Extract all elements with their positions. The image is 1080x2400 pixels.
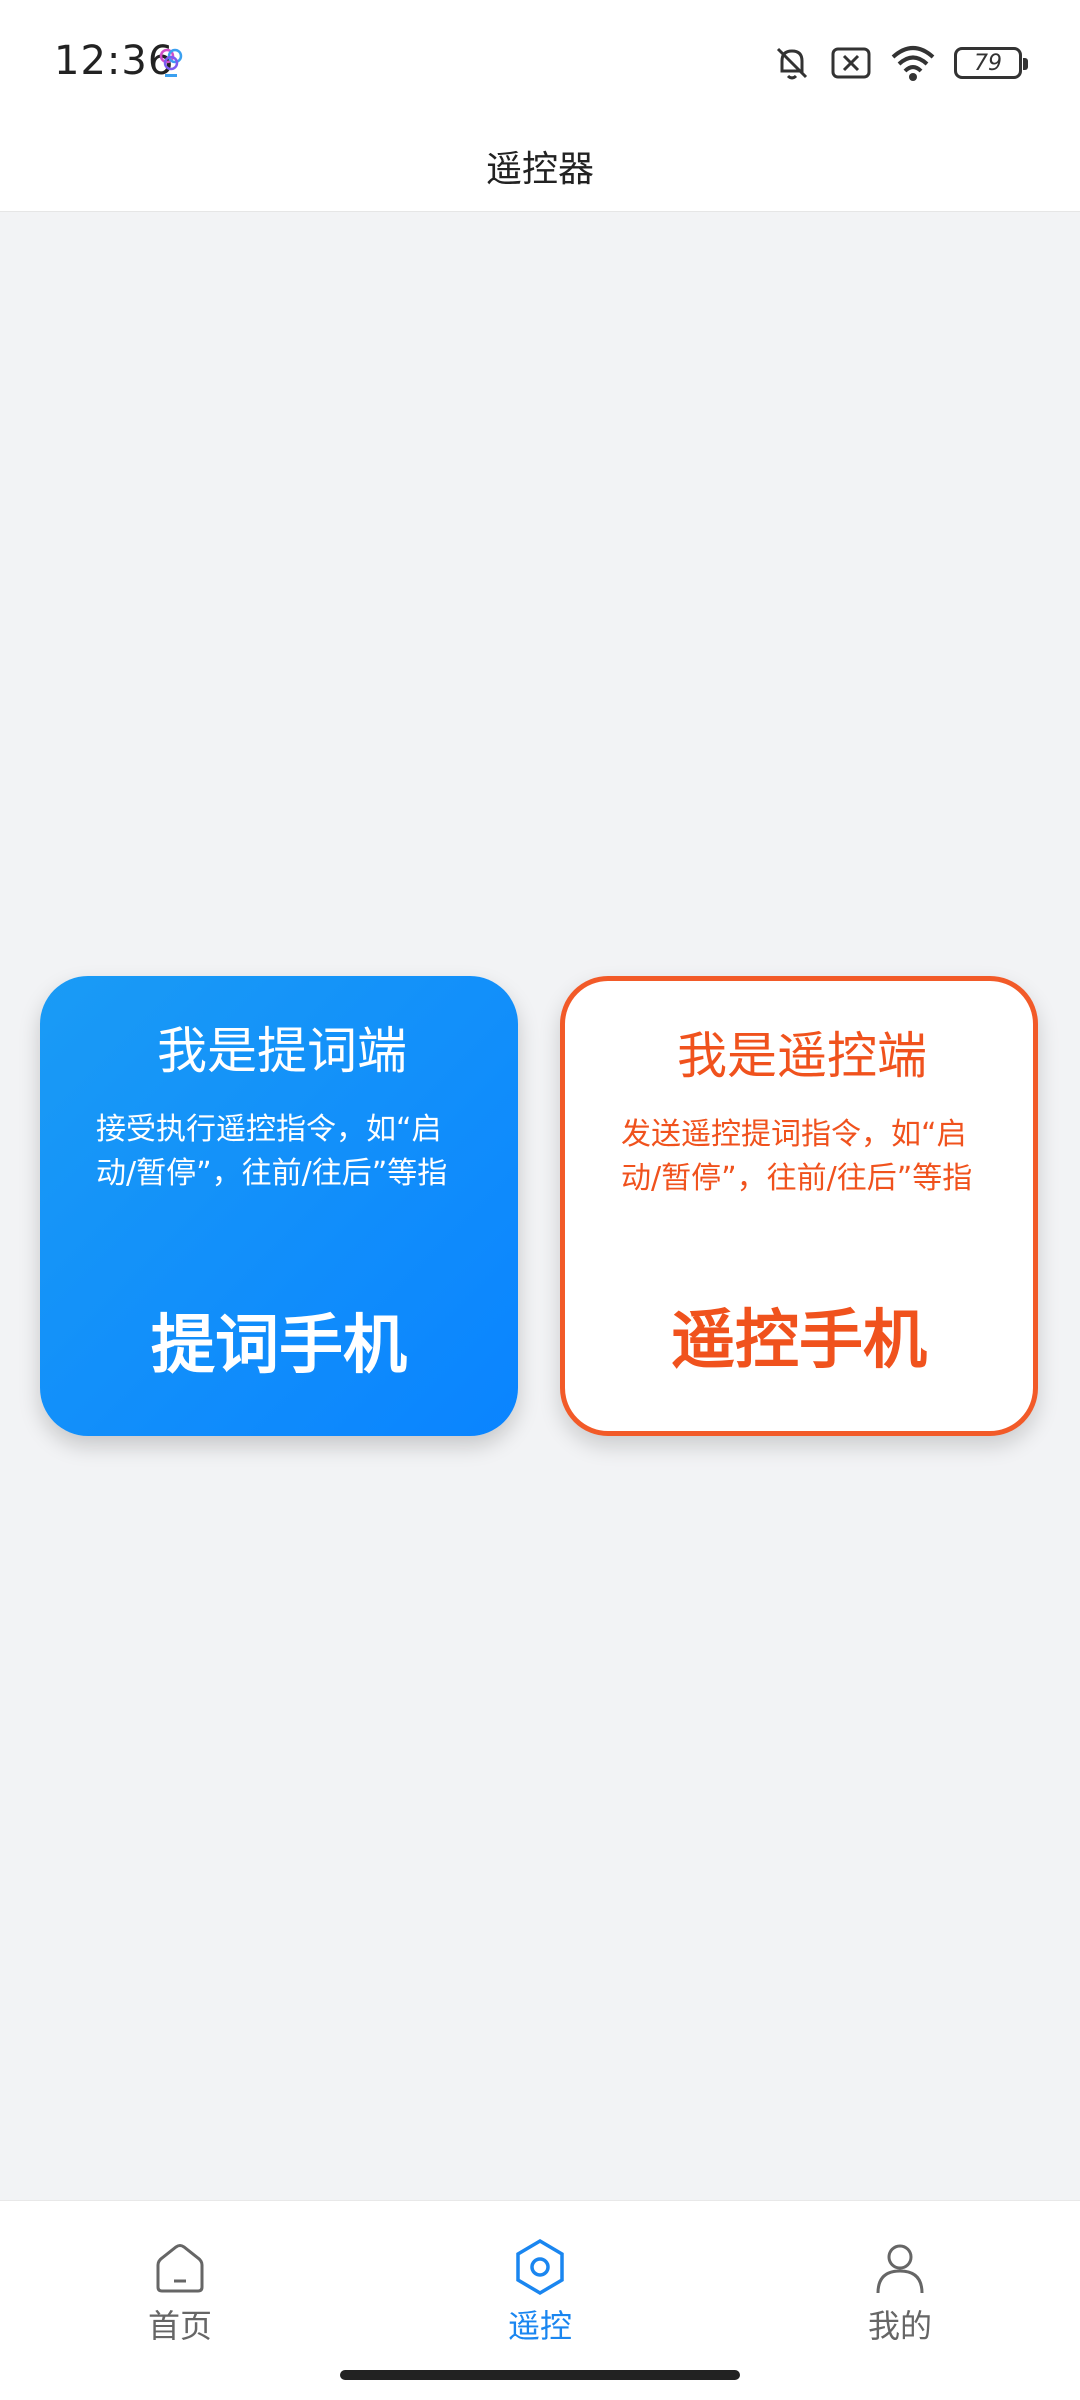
screen: 12:36 79 遥控器 我是提词端 接受执行遥控指令，如“启动/暂停”，往前/… — [0, 0, 1080, 2400]
nav-item-mine[interactable]: 我的 — [800, 2237, 1000, 2357]
status-bar: 12:36 79 — [0, 0, 1080, 120]
remote-card-description: 发送遥控提词指令，如“启动/暂停”，往前/往后”等指 — [621, 1117, 973, 1196]
home-indicator[interactable] — [340, 2370, 740, 2380]
nav-item-remote[interactable]: 遥控 — [440, 2237, 640, 2357]
status-icons: 79 — [772, 38, 1028, 88]
no-sim-icon — [831, 47, 871, 79]
user-icon — [876, 2244, 924, 2294]
battery-icon: 79 — [954, 47, 1028, 79]
prompter-card-title: 我是提词端 — [157, 1022, 407, 1080]
page-title: 遥控器 — [485, 148, 594, 190]
remote-hex-icon — [516, 2238, 564, 2296]
nav-label-mine: 我的 — [867, 2307, 932, 2345]
prompter-card[interactable]: 我是提词端 接受执行遥控指令，如“启动/暂停”，往前/往后”等指 提词手机 — [40, 976, 518, 1436]
wifi-icon — [891, 46, 935, 81]
app-notification-icon — [159, 48, 183, 77]
prompter-card-description: 接受执行遥控指令，如“启动/暂停”，往前/往后”等指 — [96, 1112, 448, 1191]
mute-bell-icon — [776, 47, 808, 80]
home-icon — [156, 2244, 204, 2293]
nav-item-home[interactable]: 首页 — [80, 2237, 280, 2357]
title-bar: 遥控器 — [0, 120, 1080, 212]
remote-card-footer: 遥控手机 — [671, 1304, 927, 1378]
nav-label-home: 首页 — [147, 2307, 212, 2345]
prompter-card-footer: 提词手机 — [151, 1309, 407, 1383]
remote-card-title: 我是遥控端 — [677, 1027, 927, 1085]
battery-level: 79 — [974, 50, 1002, 76]
remote-card[interactable]: 我是遥控端 发送遥控提词指令，如“启动/暂停”，往前/往后”等指 遥控手机 — [560, 976, 1038, 1436]
nav-label-remote: 遥控 — [507, 2307, 572, 2345]
